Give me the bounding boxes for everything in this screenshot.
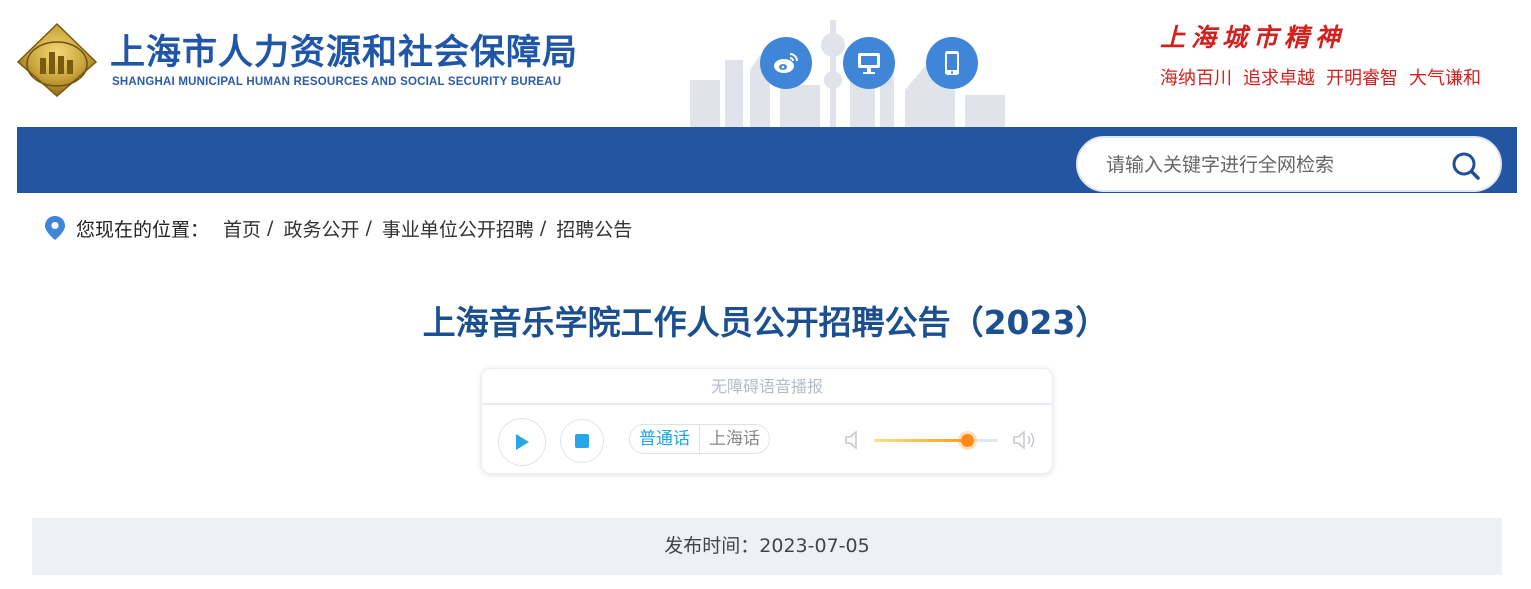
volume-low-icon[interactable]	[844, 430, 862, 450]
shanghainese-option[interactable]: 上海话	[700, 425, 769, 453]
weibo-icon	[774, 53, 798, 73]
motto-item: 追求卓越	[1243, 68, 1315, 89]
location-pin-icon	[45, 216, 65, 240]
play-button[interactable]	[498, 418, 546, 466]
accessibility-audio-player: 无障碍语音播报 普通话 上海话	[481, 368, 1053, 474]
monitor-icon	[858, 53, 880, 74]
publish-date: 2023-07-05	[759, 535, 870, 557]
breadcrumb-home[interactable]: 首页	[223, 215, 261, 242]
motto-item: 海纳百川	[1160, 68, 1232, 89]
article-title: 上海音乐学院工作人员公开招聘公告（2023）	[422, 303, 1109, 342]
mobile-button[interactable]	[926, 37, 978, 89]
player-heading: 无障碍语音播报	[482, 369, 1052, 405]
breadcrumb-label: 您现在的位置：	[76, 218, 210, 241]
mandarin-option[interactable]: 普通话	[630, 425, 700, 453]
motto-item: 开明睿智	[1326, 68, 1398, 89]
search-box	[1076, 136, 1502, 192]
breadcrumb-gov-affairs[interactable]: 政务公开	[283, 215, 359, 242]
breadcrumb-public-recruitment[interactable]: 事业单位公开招聘	[382, 215, 534, 242]
volume-slider-thumb[interactable]	[961, 434, 974, 447]
org-name-en: SHANGHAI MUNICIPAL HUMAN RESOURCES AND S…	[112, 76, 562, 88]
city-spirit-mottos: 海纳百川 追求卓越 开明睿智 大气谦和	[1160, 64, 1481, 90]
site-header: 上海市人力资源和社会保障局 SHANGHAI MUNICIPAL HUMAN R…	[0, 0, 1531, 127]
breadcrumb-separator: /	[539, 217, 547, 239]
breadcrumb-recruitment-notice[interactable]: 招聘公告	[556, 215, 632, 242]
breadcrumb-separator: /	[365, 217, 372, 239]
play-icon	[516, 434, 529, 450]
volume-slider-fill	[874, 439, 967, 442]
publish-info-bar: 发布时间：2023-07-05	[32, 518, 1502, 575]
breadcrumb-separator: /	[267, 217, 274, 239]
volume-slider[interactable]	[874, 434, 998, 447]
breadcrumb: 您现在的位置： 首页 / 政务公开 / 事业单位公开招聘 / 招聘公告	[44, 213, 632, 243]
volume-high-icon[interactable]	[1012, 429, 1038, 451]
stop-icon	[575, 434, 589, 448]
desktop-button[interactable]	[843, 37, 895, 89]
motto-item: 大气谦和	[1409, 68, 1481, 89]
weibo-button[interactable]	[760, 37, 812, 89]
publish-label: 发布时间：	[664, 535, 760, 557]
dialect-toggle: 普通话 上海话	[629, 424, 770, 454]
city-spirit-title: 上海城市精神	[1160, 23, 1347, 52]
search-icon[interactable]	[1450, 150, 1482, 182]
phone-icon	[945, 51, 959, 75]
stop-button[interactable]	[560, 419, 604, 463]
shanghai-emblem-logo[interactable]	[16, 22, 98, 98]
org-name-cn: 上海市人力资源和社会保障局	[110, 33, 579, 73]
search-input[interactable]	[1106, 152, 1436, 178]
